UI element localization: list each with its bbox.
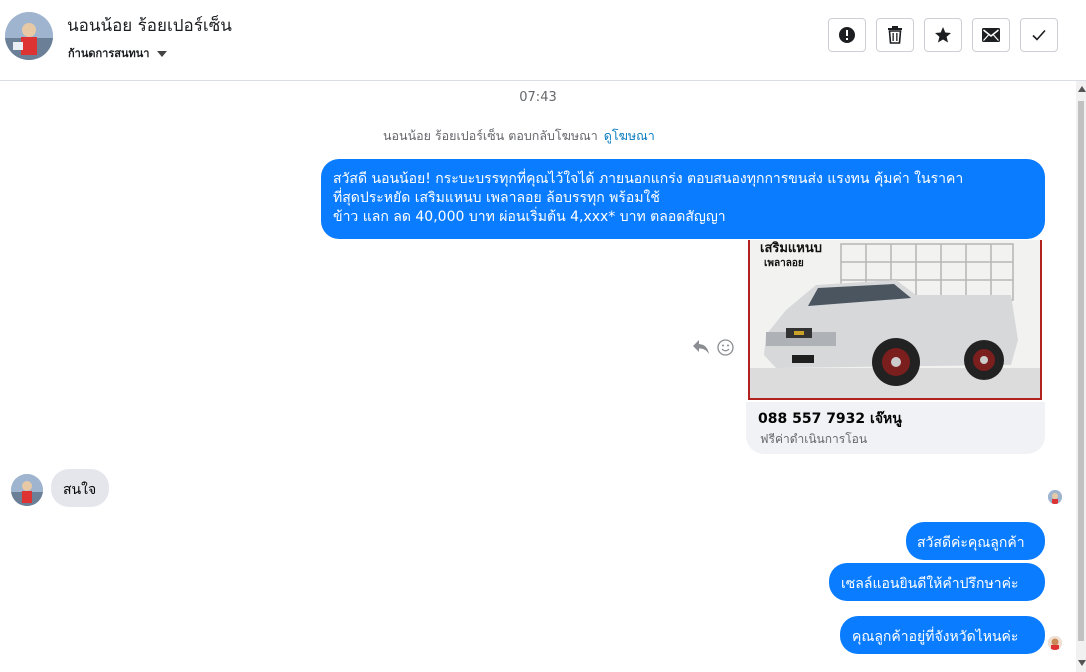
done-button[interactable] — [1020, 18, 1058, 52]
ad-reply-notice: นอนน้อย ร้อยเปอร์เซ็น ตอบกลับโฆษณา ดูโฆษณ… — [383, 126, 655, 146]
outgoing-message-bubble: เซลล์แอนยินดีให้คำปรึกษาค่ะ — [829, 563, 1045, 601]
delete-button[interactable] — [876, 18, 914, 52]
seen-indicator-avatar — [1048, 490, 1062, 504]
conversation-header: นอนน้อย ร้อยเปอร์เซ็น ก้านดการสนทนา — [0, 0, 1086, 81]
ad-card[interactable]: เสริมแหนบ เพลาลอย 088 557 7932 เจ๊หนู ฟร… — [746, 240, 1045, 454]
emoji-icon[interactable] — [717, 339, 734, 356]
mark-unread-button[interactable] — [972, 18, 1010, 52]
check-icon — [1032, 29, 1046, 41]
ad-reply-notice-text: นอนน้อย ร้อยเปอร์เซ็น ตอบกลับโฆษณา — [383, 128, 598, 143]
outgoing-message-text: เซลล์แอนยินดีให้คำปรึกษาค่ะ — [841, 576, 1019, 592]
ad-message-line: สวัสดี นอนน้อย! กระบะบรรทุกที่คุณไว้ใจได… — [333, 171, 964, 187]
outgoing-message-bubble: คุณลูกค้าอยู่ที่จังหวัดไหนค่ะ — [840, 616, 1045, 654]
envelope-icon — [982, 28, 1000, 42]
report-button[interactable] — [828, 18, 866, 52]
incoming-message-text: สนใจ — [63, 482, 97, 498]
ad-message-line: ข้าว แลก ลด 40,000 บาท ผ่อนเริ่มต้น 4,xx… — [333, 209, 726, 225]
trash-icon — [888, 26, 902, 44]
scroll-thumb[interactable] — [1078, 101, 1084, 641]
card-image-caption-line2: เพลาลอย — [764, 258, 804, 269]
scroll-down-arrow-icon[interactable] — [1078, 660, 1086, 666]
card-subtitle: ฟรีค่าดำเนินการโอน — [760, 432, 868, 446]
message-timestamp: 07:43 — [519, 90, 557, 105]
card-title: 088 557 7932 เจ๊หนู — [758, 411, 902, 427]
contact-avatar[interactable] — [5, 12, 53, 60]
ad-message-bubble: สวัสดี นอนน้อย! กระบะบรรทุกที่คุณไว้ใจได… — [321, 159, 1045, 239]
ad-message-line: ที่สุดประหยัด เสริมแหนบ เพลาลอย ล้อบรรทุ… — [333, 190, 660, 206]
reply-icon[interactable] — [692, 339, 710, 355]
caret-down-icon — [157, 51, 168, 57]
contact-name: นอนน้อย ร้อยเปอร์เซ็น — [67, 16, 232, 36]
outgoing-message-bubble: สวัสดีค่ะคุณลูกค้า — [906, 522, 1045, 560]
star-button[interactable] — [924, 18, 962, 52]
sender-avatar[interactable] — [11, 474, 43, 506]
alert-circle-icon — [839, 27, 855, 43]
card-image-caption-line1: เสริมแหนบ — [760, 241, 822, 256]
conversation-status-dropdown[interactable]: ก้านดการสนทนา — [68, 44, 168, 62]
outgoing-message-text: สวัสดีค่ะคุณลูกค้า — [917, 535, 1025, 551]
outgoing-message-text: คุณลูกค้าอยู่ที่จังหวัดไหนค่ะ — [852, 629, 1019, 645]
scroll-up-arrow-icon[interactable] — [1078, 86, 1086, 92]
star-icon — [935, 27, 951, 43]
agent-avatar — [1048, 636, 1062, 650]
incoming-message-bubble: สนใจ — [51, 469, 110, 507]
conversation-status-label: ก้านดการสนทนา — [68, 47, 150, 60]
view-ad-link[interactable]: ดูโฆษณา — [604, 128, 655, 143]
pickup-truck-image: เสริมแหนบ เพลาลอย — [746, 240, 1045, 402]
